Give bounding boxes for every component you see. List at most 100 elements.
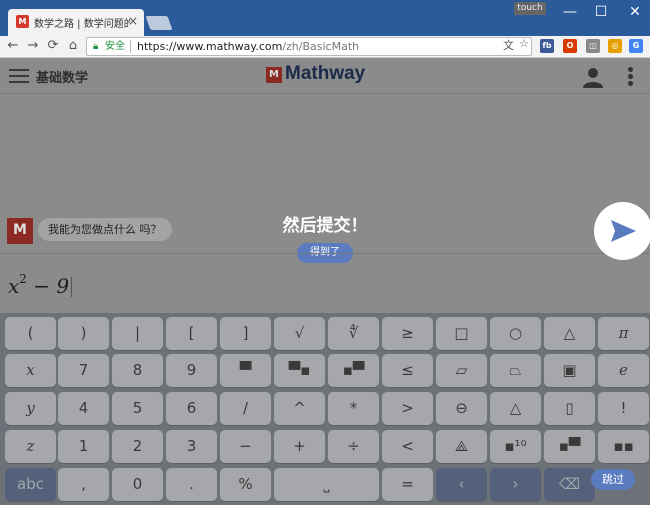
send-arrow-icon [611, 220, 636, 242]
keypad-key[interactable]: = [382, 468, 433, 501]
menu-icon[interactable] [9, 69, 29, 83]
keypad-key[interactable]: * [328, 392, 379, 425]
bookmark-star-icon[interactable]: ☆ [519, 37, 529, 50]
more-options-icon[interactable] [628, 67, 634, 87]
keypad-key[interactable]: 5 [112, 392, 163, 425]
browser-tab[interactable]: M 数学之路 | 数学问题的解 × [8, 9, 144, 36]
new-tab-button[interactable] [145, 16, 173, 30]
keypad-key[interactable]: | [112, 317, 163, 350]
keypad-key[interactable]: ▀ [220, 354, 271, 387]
window-close-icon[interactable]: ✕ [625, 4, 645, 20]
keypad-key[interactable]: ▪▀ [544, 430, 595, 463]
extension-chrome-icon[interactable]: ◎ [608, 39, 622, 53]
logo-mark-icon: M [266, 67, 282, 83]
keypad-key[interactable]: ▪▪ [598, 430, 649, 463]
browser-tab-bar: M 数学之路 | 数学问题的解 × touch — ☐ ✕ [0, 0, 650, 36]
extension-g-icon[interactable]: G [629, 39, 643, 53]
keypad-key[interactable]: ! [598, 392, 649, 425]
divider [130, 40, 131, 53]
expression-display: x2 − 9 [8, 272, 73, 298]
keypad-key[interactable]: % [220, 468, 271, 501]
secure-label: 安全 [105, 41, 125, 52]
back-icon[interactable]: ← [6, 38, 20, 53]
keypad-key[interactable]: ⏢ [490, 354, 541, 387]
keypad-key[interactable]: ⊖ [436, 392, 487, 425]
keypad-key[interactable]: z [5, 430, 56, 463]
keypad-key[interactable]: 8 [112, 354, 163, 387]
keypad-key[interactable]: ^ [274, 392, 325, 425]
keypad-key[interactable]: □ [436, 317, 487, 350]
keypad-key[interactable]: e [598, 354, 649, 387]
keypad-key[interactable]: − [220, 430, 271, 463]
expression-input[interactable]: x2 − 9 [0, 253, 650, 313]
keypad-key[interactable]: [ [166, 317, 217, 350]
tab-title: 数学之路 | 数学问题的解 [34, 19, 130, 30]
keypad-key[interactable]: ⟁ [436, 430, 487, 463]
keypad-key[interactable]: abc [5, 468, 56, 501]
keypad-key[interactable]: . [166, 468, 217, 501]
keypad-key[interactable]: + [274, 430, 325, 463]
keypad-key[interactable]: ⌫ [544, 468, 595, 501]
address-bar[interactable]: 🔒︎ 安全 https://www.mathway.com/zh/BasicMa… [86, 37, 532, 56]
keypad-key[interactable]: ≥ [382, 317, 433, 350]
keypad-key[interactable]: ⎵ [274, 468, 379, 501]
keypad-key[interactable]: 4 [58, 392, 109, 425]
keypad-key[interactable]: 0 [112, 468, 163, 501]
keypad-key[interactable]: ÷ [328, 430, 379, 463]
subject-title[interactable]: 基础数学 [36, 67, 88, 86]
url-text: https://www.mathway.com/zh/BasicMath [137, 38, 359, 55]
keypad-key[interactable]: , [58, 468, 109, 501]
keypad-key[interactable]: ≤ [382, 354, 433, 387]
keypad-key[interactable]: 3 [166, 430, 217, 463]
keypad-key[interactable]: < [382, 430, 433, 463]
minimize-icon[interactable]: — [560, 4, 580, 20]
url-path: /zh/BasicMath [282, 40, 360, 53]
keypad-key[interactable]: π [598, 317, 649, 350]
keypad-key[interactable]: 1 [58, 430, 109, 463]
keypad-key[interactable]: 2 [112, 430, 163, 463]
keypad-key[interactable]: › [490, 468, 541, 501]
coach-mark-title: 然后提交！ [282, 216, 368, 236]
keypad-key[interactable]: / [220, 392, 271, 425]
lock-icon: 🔒︎ [93, 41, 99, 52]
extension-screenshot-icon[interactable]: ◫ [586, 39, 600, 53]
tab-close-icon[interactable]: × [128, 14, 138, 28]
send-button[interactable] [594, 202, 650, 260]
keypad-key[interactable]: ▱ [436, 354, 487, 387]
extension-office-icon[interactable]: O [563, 39, 577, 53]
keypad-key[interactable]: ▪▀ [328, 354, 379, 387]
forward-icon[interactable]: → [26, 38, 40, 53]
keypad-key[interactable]: 7 [58, 354, 109, 387]
keypad-key[interactable]: 9 [166, 354, 217, 387]
mathway-page: 基础数学 M Mathway M 我能为您做点什么 吗？ 然后提交！ 得到了 x… [0, 58, 650, 505]
keypad-key[interactable]: ▪¹⁰ [490, 430, 541, 463]
keypad-key[interactable]: ○ [490, 317, 541, 350]
keypad-key[interactable]: △ [544, 317, 595, 350]
keypad-key[interactable]: 6 [166, 392, 217, 425]
keypad-key[interactable]: ] [220, 317, 271, 350]
app-header: 基础数学 M Mathway [0, 58, 650, 94]
home-icon[interactable]: ⌂ [66, 38, 80, 53]
extension-fb-icon[interactable]: fb [540, 39, 554, 53]
keypad-key[interactable]: ( [5, 317, 56, 350]
keypad-key[interactable]: ) [58, 317, 109, 350]
skip-button[interactable]: 跳过 [591, 469, 635, 490]
keypad-key[interactable]: ‹ [436, 468, 487, 501]
logo-text: Mathway [285, 63, 366, 84]
text-caret [71, 277, 73, 297]
translate-icon[interactable]: 文 [503, 37, 514, 53]
keypad-key[interactable]: x [5, 354, 56, 387]
keypad-key[interactable]: > [382, 392, 433, 425]
keypad-key[interactable]: ∜ [328, 317, 379, 350]
keypad-key[interactable]: √ [274, 317, 325, 350]
keypad-key[interactable]: y [5, 392, 56, 425]
keypad-key[interactable]: △ [490, 392, 541, 425]
mathway-favicon-icon: M [16, 15, 29, 28]
keypad-key[interactable]: ▣ [544, 354, 595, 387]
keypad-key[interactable]: ▀▪ [274, 354, 325, 387]
reload-icon[interactable]: ⟳ [46, 38, 60, 53]
user-account-icon[interactable] [582, 66, 604, 88]
maximize-icon[interactable]: ☐ [591, 4, 611, 20]
keypad-key[interactable]: ▯ [544, 392, 595, 425]
browser-toolbar: ← → ⟳ ⌂ 🔒︎ 安全 https://www.mathway.com/zh… [0, 36, 650, 58]
